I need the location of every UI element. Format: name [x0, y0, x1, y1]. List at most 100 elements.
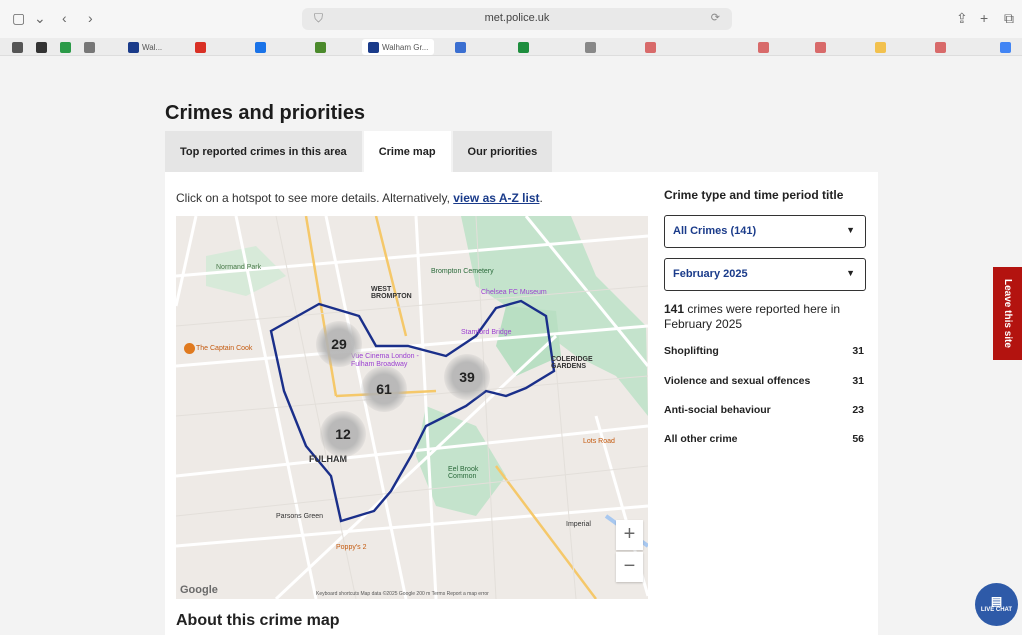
browser-tab[interactable] [518, 39, 529, 55]
leave-this-site-button[interactable]: Leave this site [993, 267, 1022, 360]
crime-type-value: All Crimes (141) [673, 225, 757, 237]
sidebar-toggle-icon[interactable]: ▢ [12, 9, 25, 27]
browser-tab[interactable] [645, 39, 656, 55]
crime-map[interactable]: Normand Park WEST BROMPTON Brompton Ceme… [176, 216, 648, 599]
browser-tab[interactable] [585, 39, 596, 55]
browser-tab-label: Wal... [142, 42, 163, 52]
tab-top-reported-crimes[interactable]: Top reported crimes in this area [165, 131, 362, 172]
hotspot-count: 12 [335, 426, 351, 442]
time-period-select[interactable]: February 2025 ▼ [664, 258, 866, 291]
hotspot-cluster[interactable]: 12 [320, 411, 366, 457]
favicon-icon [585, 41, 596, 53]
browser-tab[interactable]: Wal... [128, 39, 162, 55]
tab-our-priorities[interactable]: Our priorities [452, 131, 553, 172]
map-label-chelsea-fc: Chelsea FC Museum [481, 289, 547, 296]
new-tab-icon[interactable]: + [980, 9, 988, 27]
hotspot-cluster[interactable]: 29 [316, 321, 362, 367]
map-label-vue-cinema: Vue Cinema London - Fulham Broadway [351, 353, 419, 368]
intro-text: Click on a hotspot to see more details. … [176, 191, 543, 205]
zoom-out-button[interactable]: − [616, 552, 643, 582]
map-label-eel-brook: Eel Brook Common [448, 466, 479, 480]
browser-tab[interactable] [315, 39, 326, 55]
map-canvas [176, 216, 648, 599]
page-content: Crimes and priorities Top reported crime… [0, 57, 1022, 635]
forward-icon[interactable]: › [88, 9, 93, 27]
share-icon[interactable]: ⇪ [956, 9, 968, 27]
browser-tab-label: Walham Gr... [382, 42, 429, 52]
browser-tab[interactable] [758, 39, 769, 55]
crime-map-panel: Click on a hotspot to see more details. … [165, 172, 878, 635]
hotspot-count: 29 [331, 336, 347, 352]
favicon-icon [758, 41, 769, 53]
map-attribution[interactable]: Keyboard shortcuts Map data ©2025 Google… [316, 591, 489, 597]
address-bar[interactable]: ⛉ met.police.uk ⟳ [302, 8, 732, 30]
favicon-icon [518, 41, 529, 53]
network-icon[interactable] [60, 39, 71, 55]
view-az-list-link[interactable]: view as A-Z list [453, 191, 539, 205]
map-label-brompton-cemetery: Brompton Cemetery [431, 268, 494, 275]
browser-tab[interactable] [1000, 39, 1011, 55]
chevron-down-icon: ▼ [846, 225, 855, 235]
tab-crime-map[interactable]: Crime map [363, 131, 451, 172]
favicon-icon [455, 41, 466, 53]
chevron-down-icon: ▼ [846, 268, 855, 278]
google-logo: Google [180, 584, 218, 596]
tab-overview-icon[interactable]: ⧉ [1004, 9, 1014, 27]
favicon-icon [815, 41, 826, 53]
url-text: met.police.uk [484, 12, 550, 24]
favicon-icon [935, 41, 946, 53]
hotspot-count: 39 [459, 369, 475, 385]
reload-icon[interactable]: ⟳ [711, 11, 720, 24]
live-chat-label: LIVE CHAT [980, 607, 1013, 613]
back-icon[interactable]: ‹ [62, 9, 67, 27]
favicon-icon [195, 41, 206, 53]
map-label-coleridge-gardens: COLERIDGE GARDENS [551, 356, 593, 370]
crime-type-select[interactable]: All Crimes (141) ▼ [664, 215, 866, 248]
crime-row: Anti-social behaviour 23 [664, 404, 864, 416]
page-title: Crimes and priorities [165, 102, 366, 124]
favicon-icon [875, 41, 886, 53]
browser-toolbar: ▢ ⌄ ‹ › ⛉ met.police.uk ⟳ ⇪ + ⧉ [0, 0, 1022, 38]
hotspot-cluster[interactable]: 61 [361, 366, 407, 412]
live-chat-button[interactable]: ▤ LIVE CHAT [975, 583, 1018, 626]
crime-row: All other crime 56 [664, 433, 864, 445]
chevron-down-icon[interactable]: ⌄ [34, 9, 46, 27]
hotspot-cluster[interactable]: 39 [444, 354, 490, 400]
browser-tab-bar: Wal... Walham Gr... [0, 38, 1022, 56]
crime-row: Shoplifting 31 [664, 345, 864, 357]
favicon-icon [315, 41, 326, 53]
crime-summary: 141 crimes were reported here in Februar… [664, 302, 841, 331]
browser-tab[interactable] [195, 39, 206, 55]
zoom-in-button[interactable]: + [616, 520, 643, 550]
reader-icon[interactable] [12, 39, 23, 55]
map-label-stamford-bridge: Stamford Bridge [461, 329, 512, 336]
favicon-icon [368, 41, 379, 53]
browser-tab[interactable]: Walham Gr... [362, 39, 435, 55]
favicon-icon [645, 41, 656, 53]
browser-tab[interactable] [455, 39, 466, 55]
map-label-west-brompton: WEST BROMPTON [371, 286, 412, 300]
browser-tab[interactable] [815, 39, 826, 55]
browser-tab[interactable] [935, 39, 946, 55]
time-period-value: February 2025 [673, 268, 748, 280]
map-label-imperial: Imperial [566, 521, 591, 528]
chat-icon: ▤ [990, 594, 1003, 608]
sidebar-title: Crime type and time period title [664, 188, 844, 202]
crime-row: Violence and sexual offences 31 [664, 375, 864, 387]
crime-sidebar: Crime type and time period title All Cri… [664, 188, 866, 445]
restaurant-pin-icon[interactable] [184, 343, 195, 354]
map-label-captain-cook: The Captain Cook [196, 345, 253, 352]
about-heading: About this crime map [176, 612, 340, 629]
app-icon[interactable] [84, 39, 95, 55]
map-label-parsons-green: Parsons Green [276, 513, 324, 520]
browser-tab[interactable] [875, 39, 886, 55]
map-label-poppys: Poppy's 2 [336, 544, 367, 551]
favicon-icon [1000, 41, 1011, 53]
favicon-icon [128, 41, 139, 53]
map-label-lots-road: Lots Road [583, 438, 615, 445]
browser-tab[interactable] [255, 39, 266, 55]
favicon-icon [255, 41, 266, 53]
hotspot-count: 61 [376, 381, 392, 397]
page-tabs: Top reported crimes in this area Crime m… [165, 131, 554, 172]
mail-icon[interactable] [36, 39, 47, 55]
